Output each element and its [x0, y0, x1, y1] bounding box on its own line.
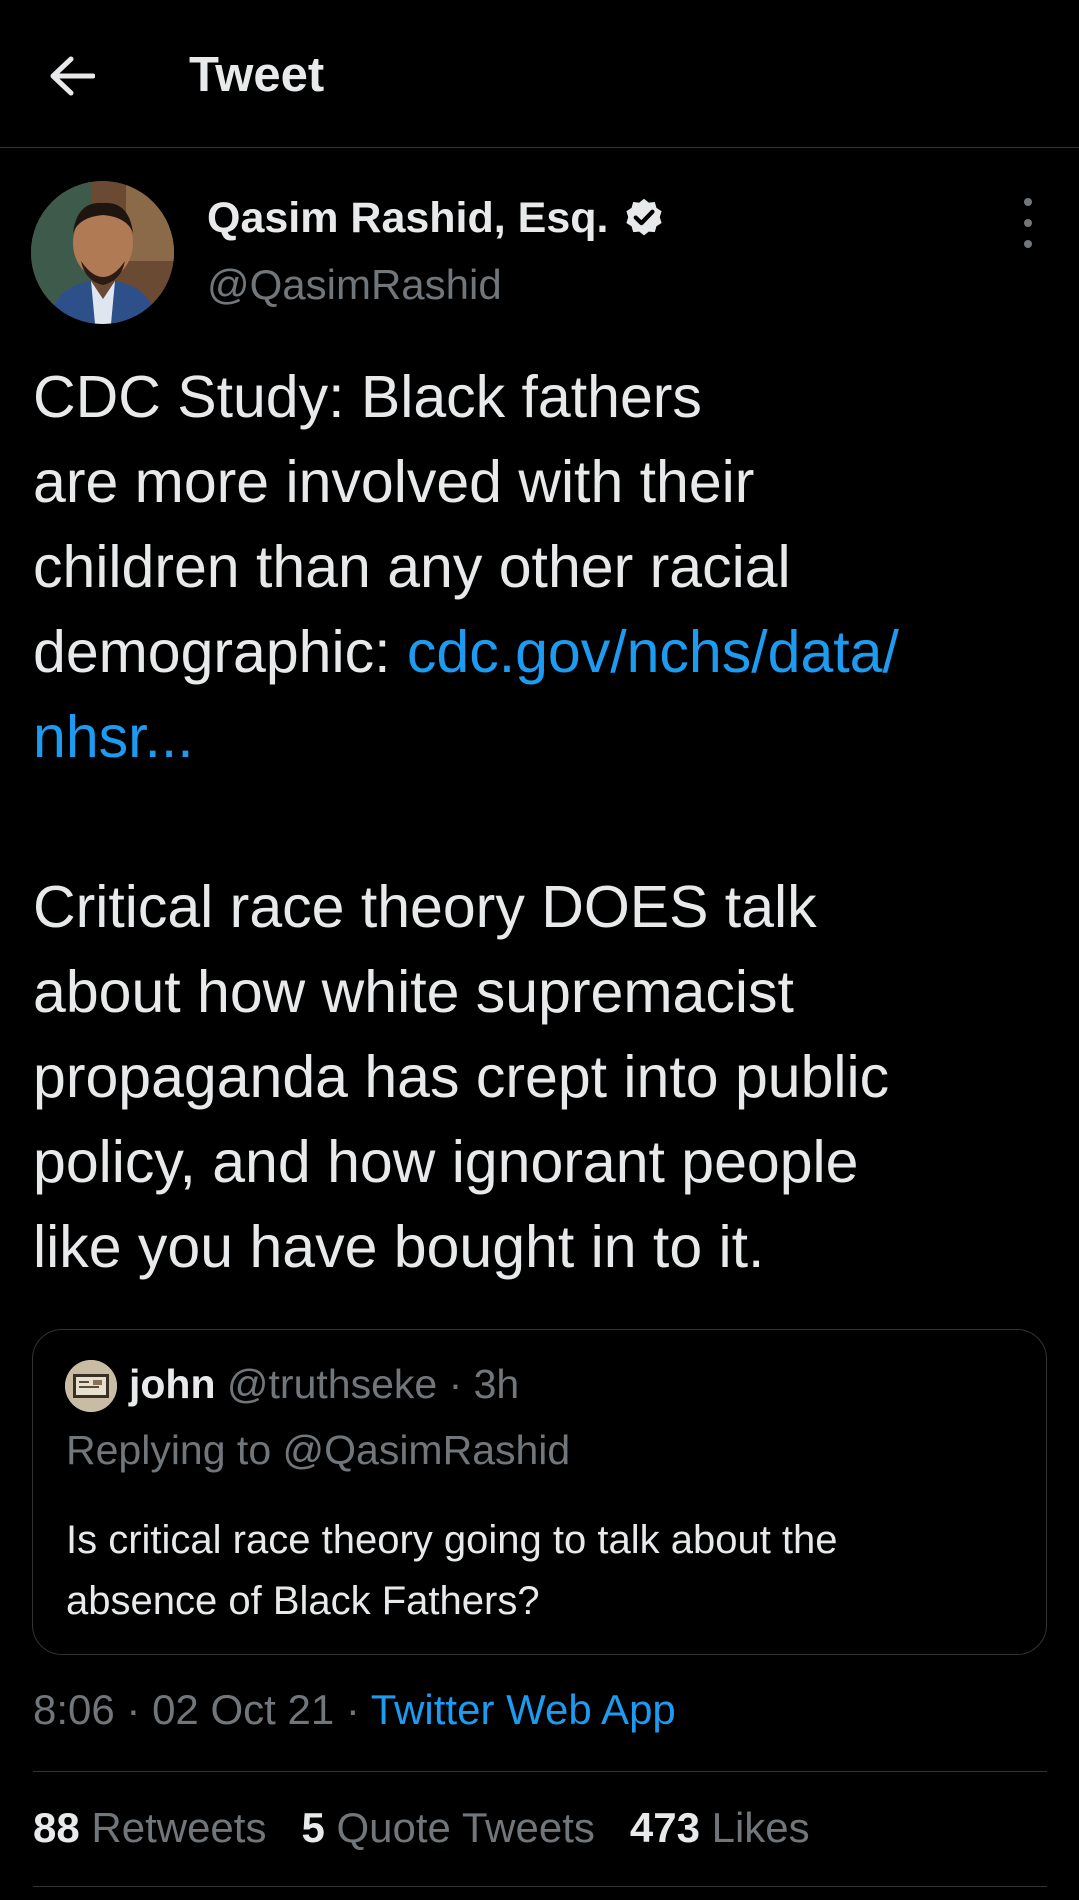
source-app-link[interactable]: Twitter Web App [371, 1686, 676, 1733]
retweets-count: 88 [33, 1804, 80, 1851]
more-dot [1024, 219, 1032, 227]
retweets-label: Retweets [79, 1804, 267, 1851]
quote-handle-time: @truthseke · 3h [215, 1361, 520, 1407]
quote-replying-to: Replying to @QasimRashid [66, 1427, 571, 1473]
tweet-text: CDC Study: Black fathers are more involv… [33, 355, 1053, 1290]
arrow-left-icon [50, 56, 95, 96]
tweet-text-line: about how white supremacist [33, 959, 794, 1025]
quote-text: Is critical race theory going to talk ab… [66, 1510, 1026, 1632]
tweet-text-line: nhsr... [33, 695, 1053, 780]
timestamp-date: 8:06 · 02 Oct 21 · [33, 1686, 371, 1733]
page-title: Tweet [189, 48, 325, 102]
verified-badge-icon [626, 198, 663, 236]
divider [33, 1771, 1047, 1772]
likes-stat[interactable]: 473 Likes [630, 1800, 810, 1856]
quote-header: john @truthseke · 3h [129, 1356, 519, 1412]
divider [33, 1886, 1047, 1887]
back-button[interactable] [44, 48, 100, 104]
tweet-text-line: CDC Study: Black fathers [33, 364, 702, 430]
engagement-stats: 88 Retweets 5 Quote Tweets 473 Likes [33, 1800, 845, 1856]
tweet-text-segment: demographic: [33, 619, 407, 685]
quote-text-line: Is critical race theory going to talk ab… [66, 1518, 838, 1562]
tweet-text-line: like you have bought in to it. [33, 1214, 765, 1280]
tweet-link-continued[interactable]: nhsr... [33, 704, 194, 770]
tweet-text-line: are more involved with their [33, 449, 755, 515]
author-name-text: Qasim Rashid, Esq. [207, 194, 609, 242]
quote-tweets-stat[interactable]: 5 Quote Tweets [301, 1800, 594, 1856]
author-avatar[interactable] [31, 181, 174, 324]
quote-avatar [65, 1360, 117, 1412]
tweet-text-line: children than any other racial [33, 534, 791, 600]
top-bar: Tweet [0, 0, 1079, 148]
quote-tweets-count: 5 [301, 1804, 325, 1851]
quote-tweets-label: Quote Tweets [324, 1804, 595, 1851]
author-handle[interactable]: @QasimRashid [207, 258, 502, 312]
retweets-stat[interactable]: 88 Retweets [33, 1800, 266, 1856]
likes-label: Likes [699, 1804, 810, 1851]
more-dot [1024, 240, 1032, 248]
quote-text-line: absence of Black Fathers? [66, 1579, 540, 1623]
likes-count: 473 [629, 1804, 700, 1851]
tweet-text-line: Critical race theory DOES talk [33, 874, 817, 940]
tweet-text-line: propaganda has crept into public [33, 1044, 890, 1110]
more-options-button[interactable] [1010, 198, 1046, 248]
author-name[interactable]: Qasim Rashid, Esq. [207, 190, 666, 246]
quote-author-name: john [129, 1361, 216, 1407]
tweet-text-line: demographic: cdc.gov/nchs/data/ [33, 610, 1053, 695]
tweet-link[interactable]: cdc.gov/nchs/data/ [407, 619, 899, 685]
more-dots-icon [1024, 198, 1032, 206]
quoted-tweet-card[interactable]: john @truthseke · 3h Replying to @QasimR… [32, 1329, 1047, 1655]
tweet-text-line: policy, and how ignorant people [33, 1129, 859, 1195]
tweet-timestamp: 8:06 · 02 Oct 21 · Twitter Web App [33, 1682, 676, 1738]
